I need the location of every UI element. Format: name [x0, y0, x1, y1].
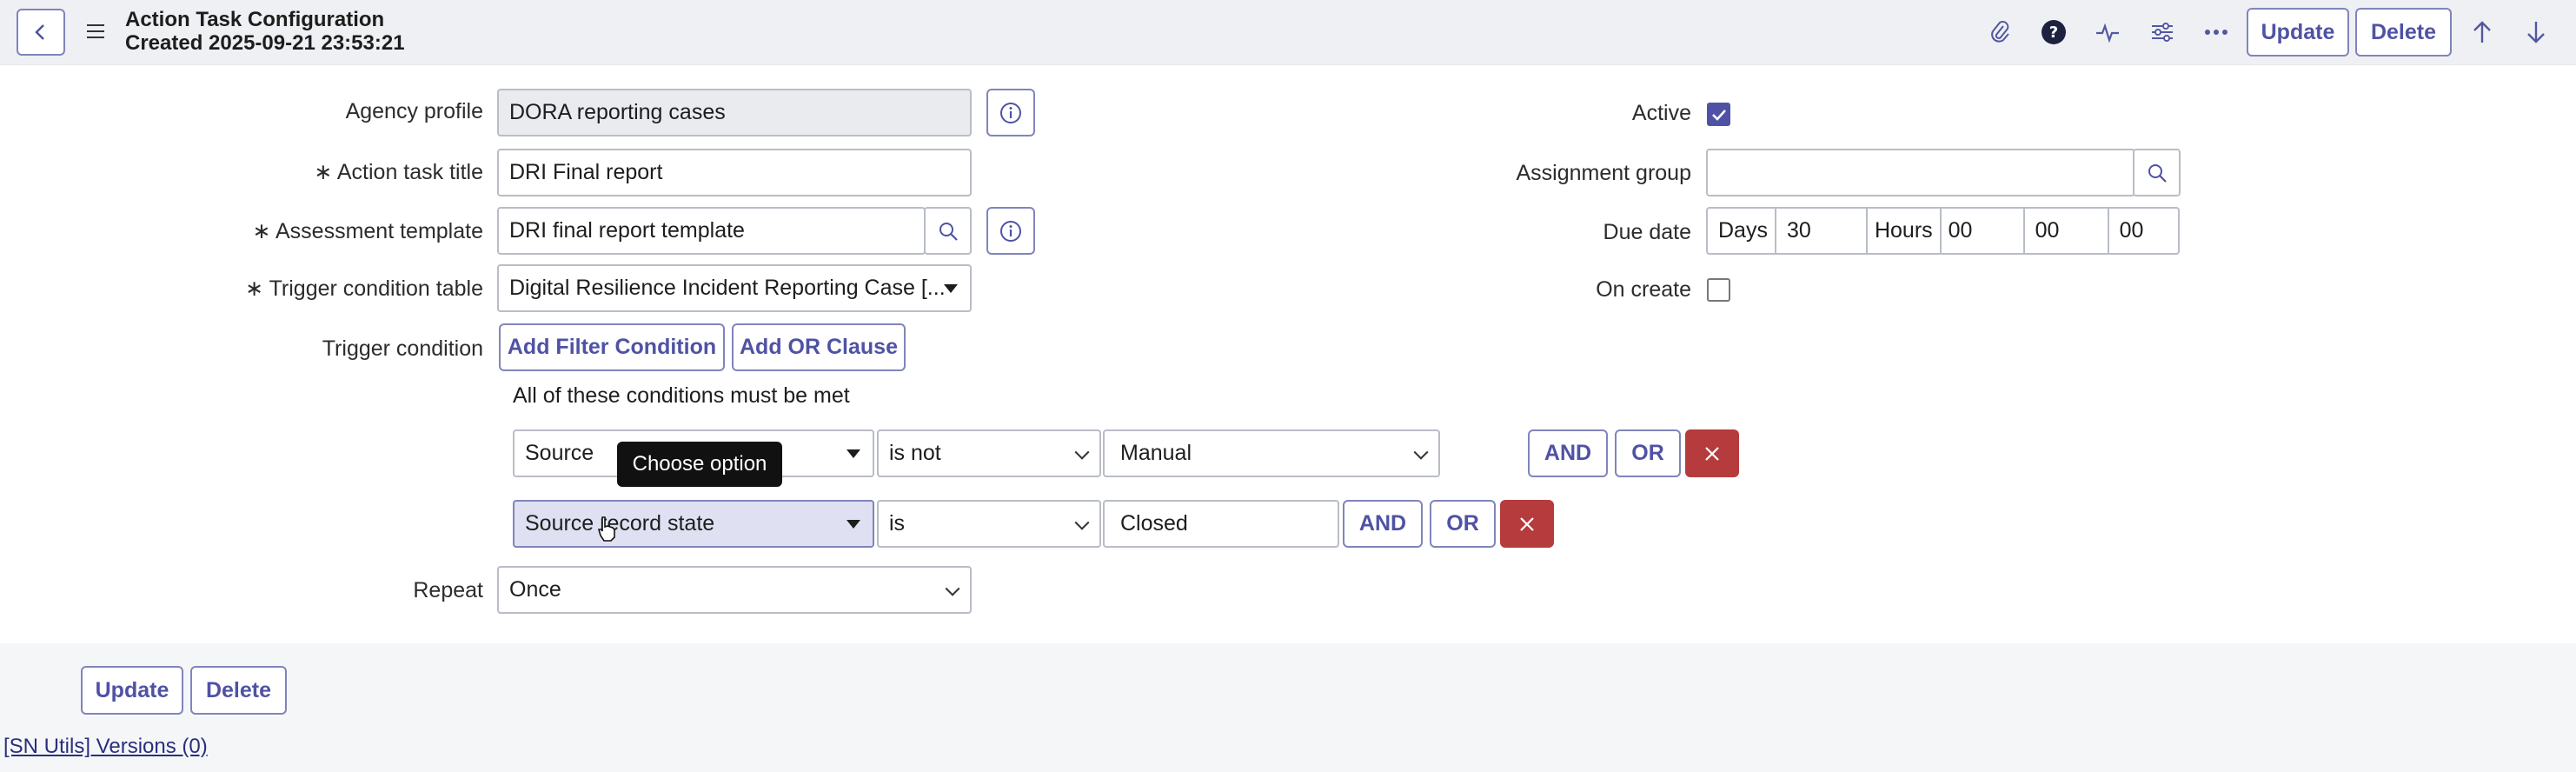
- required-marker: ∗: [314, 160, 333, 184]
- on-create-label: On create: [1596, 277, 1691, 302]
- page-title: Action Task Configuration: [125, 8, 385, 31]
- chevron-down-icon: [1413, 444, 1429, 460]
- active-label: Active: [1631, 101, 1691, 125]
- required-marker: ∗: [245, 276, 264, 301]
- close-icon: [1705, 446, 1719, 461]
- days-label: Days: [1718, 218, 1768, 243]
- form-footer: Update Delete [SN Utils] Versions (0): [0, 643, 2576, 772]
- agency-profile-info-button[interactable]: [986, 89, 1035, 136]
- action-task-title-input[interactable]: DRI Final report: [497, 149, 972, 196]
- search-icon: [939, 222, 958, 241]
- assignment-group-input[interactable]: [1706, 149, 2135, 196]
- and-button[interactable]: AND: [1528, 429, 1608, 477]
- on-create-checkbox[interactable]: [1707, 278, 1730, 302]
- search-icon: [2148, 163, 2167, 183]
- days-input[interactable]: 30: [1774, 209, 1868, 253]
- repeat-select[interactable]: Once: [497, 566, 972, 614]
- agency-profile-field: DORA reporting cases: [497, 89, 972, 136]
- and-button[interactable]: AND: [1343, 500, 1423, 548]
- svg-text:?: ?: [2049, 23, 2058, 42]
- add-filter-condition-button[interactable]: Add Filter Condition: [499, 323, 725, 371]
- settings-sliders-icon[interactable]: [2146, 16, 2179, 49]
- chevron-down-icon: [1074, 444, 1090, 460]
- active-checkbox[interactable]: [1707, 103, 1730, 126]
- chevron-left-icon: [35, 24, 44, 40]
- page-subtitle: Created 2025-09-21 23:53:21: [125, 31, 405, 55]
- caret-down-icon: [846, 449, 860, 458]
- required-marker: ∗: [252, 219, 271, 243]
- hours-label: Hours: [1874, 218, 1933, 243]
- trigger-condition-label: Trigger condition: [322, 336, 483, 361]
- hours-input[interactable]: 00: [1939, 209, 2025, 253]
- or-button[interactable]: OR: [1615, 429, 1681, 477]
- back-button[interactable]: [17, 9, 65, 56]
- sn-utils-versions-link[interactable]: [SN Utils] Versions (0): [3, 735, 208, 759]
- checkmark-icon: [1711, 109, 1726, 121]
- close-icon: [1520, 516, 1534, 531]
- assignment-group-lookup-button[interactable]: [2133, 149, 2181, 196]
- footer-update-button[interactable]: Update: [81, 666, 183, 715]
- condition-operator-select[interactable]: is not: [877, 429, 1101, 477]
- add-or-clause-button[interactable]: Add OR Clause: [732, 323, 906, 371]
- assessment-template-lookup-button[interactable]: [924, 207, 972, 255]
- paperclip-icon[interactable]: [1983, 16, 2016, 49]
- chevron-down-icon: [945, 581, 960, 596]
- minutes-input[interactable]: 00: [2025, 209, 2109, 253]
- hamburger-icon[interactable]: [87, 24, 104, 40]
- arrow-down-icon[interactable]: [2520, 16, 2552, 49]
- or-button[interactable]: OR: [1430, 500, 1496, 548]
- condition-value-input[interactable]: Closed: [1103, 500, 1339, 548]
- more-options-icon[interactable]: [2200, 16, 2233, 49]
- trigger-condition-table-select[interactable]: Digital Resilience Incident Reporting Ca…: [497, 264, 972, 312]
- due-date-label: Due date: [1603, 220, 1691, 244]
- assessment-template-info-button[interactable]: [986, 207, 1035, 255]
- chevron-down-icon: [1074, 515, 1090, 530]
- assessment-template-label: ∗ Assessment template: [252, 219, 483, 243]
- info-icon: [1000, 102, 1021, 123]
- delete-button[interactable]: Delete: [2355, 8, 2452, 57]
- seconds-input[interactable]: 00: [2109, 218, 2154, 243]
- help-icon[interactable]: ?: [2037, 16, 2070, 49]
- arrow-up-icon[interactable]: [2466, 16, 2498, 49]
- tooltip: Choose option: [617, 442, 782, 487]
- caret-down-icon: [846, 519, 860, 529]
- condition-operator-select[interactable]: is: [877, 500, 1101, 548]
- mouse-cursor: [596, 515, 617, 542]
- condition-field-select[interactable]: Source record state: [513, 500, 874, 548]
- trigger-condition-table-label: ∗ Trigger condition table: [245, 276, 483, 301]
- condition-summary: All of these conditions must be met: [513, 383, 850, 408]
- action-task-title-label: ∗ Action task title: [314, 160, 483, 184]
- activity-icon[interactable]: [2091, 16, 2124, 49]
- remove-condition-button[interactable]: [1500, 500, 1554, 548]
- caret-down-icon: [944, 283, 958, 293]
- due-date-field: Days 30 Hours 00 00 00: [1706, 207, 2180, 255]
- update-button[interactable]: Update: [2247, 8, 2349, 57]
- hand-cursor-icon: [597, 516, 615, 542]
- assignment-group-label: Assignment group: [1516, 161, 1691, 185]
- condition-value-select[interactable]: Manual: [1103, 429, 1440, 477]
- agency-profile-label: Agency profile: [345, 99, 483, 123]
- repeat-label: Repeat: [413, 578, 483, 602]
- assessment-template-input[interactable]: DRI final report template: [497, 207, 926, 255]
- footer-delete-button[interactable]: Delete: [190, 666, 287, 715]
- remove-condition-button[interactable]: [1685, 429, 1739, 477]
- info-icon: [1000, 220, 1021, 242]
- form-header: Action Task Configuration Created 2025-0…: [0, 0, 2576, 65]
